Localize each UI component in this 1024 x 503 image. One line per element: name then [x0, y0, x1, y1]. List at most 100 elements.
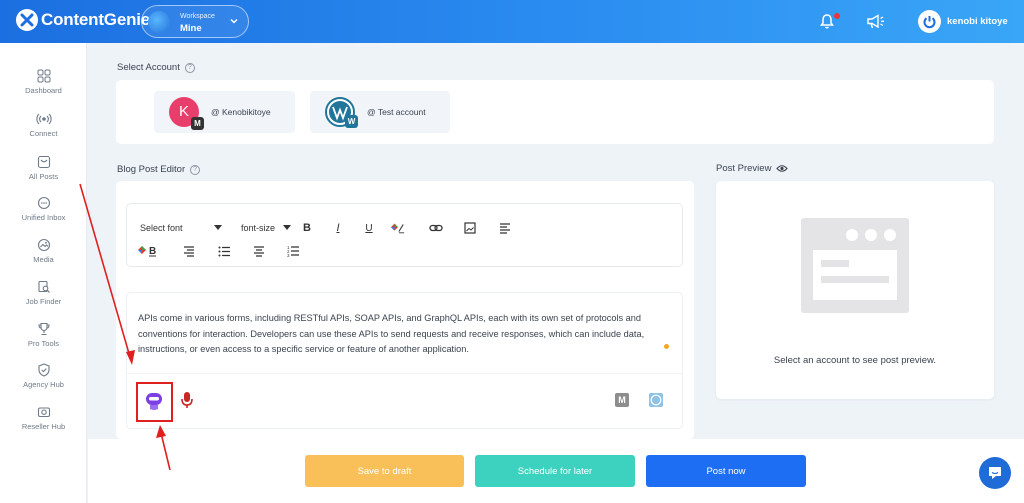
- underline-icon[interactable]: U: [362, 221, 376, 235]
- notification-badge: [834, 13, 840, 19]
- editor-footer: M: [126, 373, 683, 429]
- shield-check-icon: [37, 363, 50, 377]
- sidebar-item-label: All Posts: [28, 172, 59, 181]
- align-center-icon[interactable]: [252, 244, 266, 258]
- microphone-icon: [181, 392, 193, 408]
- align-right-icon[interactable]: [182, 244, 196, 258]
- caret-down-icon: [214, 225, 222, 230]
- numbered-list-icon[interactable]: 123: [286, 244, 300, 258]
- account-kenobikitoye[interactable]: K M @ Kenobikitoye: [154, 91, 295, 133]
- sidebar-item-pro-tools[interactable]: Pro Tools: [0, 322, 87, 348]
- font-select[interactable]: Select font: [140, 223, 222, 233]
- broadcast-icon: [35, 113, 52, 125]
- text-color-icon[interactable]: [391, 221, 405, 235]
- sidebar-item-job-finder[interactable]: Job Finder: [0, 280, 87, 306]
- search-doc-icon: [37, 280, 50, 293]
- blog-editor-title: Blog Post Editor ?: [117, 164, 201, 175]
- background-color-icon[interactable]: B: [137, 244, 159, 258]
- sidebar-item-connect[interactable]: Connect: [0, 112, 87, 138]
- post-now-button[interactable]: Post now: [646, 455, 806, 487]
- account-test-account[interactable]: W @ Test account: [310, 91, 450, 133]
- post-content-text: APIs come in various forms, including RE…: [138, 313, 645, 354]
- sidebar-item-dashboard[interactable]: Dashboard: [0, 69, 87, 95]
- blog-editor-label: Blog Post Editor: [117, 164, 186, 175]
- workspace-switcher[interactable]: Workspace Mine: [141, 5, 249, 38]
- inbox-icon: [37, 155, 50, 169]
- sidebar-item-label: Connect: [29, 129, 58, 138]
- bullet-list-icon[interactable]: [217, 244, 231, 258]
- support-chat-button[interactable]: [979, 457, 1011, 489]
- app-name: ContentGenie: [41, 10, 151, 29]
- post-preview-label: Post Preview: [716, 163, 772, 174]
- megaphone-icon[interactable]: [866, 13, 886, 30]
- workspace-avatar: [148, 11, 170, 33]
- font-size-select[interactable]: font-size: [241, 223, 291, 233]
- preview-empty-message: Select an account to see post preview.: [773, 355, 937, 366]
- status-dot: [664, 344, 669, 349]
- post-preview: Select an account to see post preview.: [716, 181, 994, 399]
- app-logo[interactable]: ContentGenie: [16, 9, 150, 31]
- camera-icon: [37, 407, 50, 418]
- highlight-annotation: [136, 382, 173, 422]
- logo-icon: [16, 9, 38, 31]
- user-menu[interactable]: kenobi kitoye: [918, 10, 1008, 33]
- media-icon: [37, 238, 50, 252]
- italic-icon[interactable]: I: [331, 221, 345, 235]
- chat-icon: [989, 467, 1001, 479]
- chat-bubble-icon: [37, 196, 50, 210]
- svg-text:B: B: [149, 246, 156, 257]
- align-left-icon[interactable]: [498, 221, 512, 235]
- image-icon[interactable]: [463, 221, 477, 235]
- wordpress-icon[interactable]: [649, 393, 663, 412]
- voice-input-button[interactable]: [180, 391, 194, 414]
- sidebar: Dashboard Connect All Posts Unified Inbo…: [0, 43, 87, 503]
- link-icon[interactable]: [429, 221, 443, 235]
- power-icon: [918, 10, 941, 33]
- wordpress-badge-icon: W: [345, 115, 358, 128]
- browser-placeholder-icon: [801, 218, 909, 313]
- select-account-title: Select Account ?: [117, 62, 195, 73]
- account-name: @ Kenobikitoye: [211, 107, 271, 117]
- sidebar-item-label: Job Finder: [25, 297, 62, 306]
- blog-editor: Select font font-size B I U B 1 2 3 APIs…: [116, 181, 694, 439]
- workspace-label: Workspace: [180, 13, 215, 20]
- medium-icon[interactable]: M: [615, 393, 629, 407]
- help-icon[interactable]: ?: [190, 164, 201, 175]
- user-name: kenobi kitoye: [947, 16, 1008, 27]
- post-preview-title: Post Preview: [716, 163, 789, 174]
- grid-icon: [37, 69, 50, 83]
- sidebar-item-media[interactable]: Media: [0, 238, 87, 264]
- sidebar-item-label: Agency Hub: [23, 380, 64, 389]
- sidebar-item-label: Dashboard: [25, 86, 62, 95]
- sidebar-item-label: Media: [33, 255, 54, 264]
- select-account-label: Select Account: [117, 62, 180, 73]
- bold-icon[interactable]: B: [300, 221, 314, 235]
- font-select-label: Select font: [140, 223, 183, 233]
- sidebar-item-label: Unified Inbox: [21, 213, 66, 222]
- top-bar: ContentGenie Workspace Mine kenobi kitoy…: [0, 0, 1024, 43]
- avatar: K M: [169, 97, 204, 130]
- chevron-down-icon: [230, 19, 238, 24]
- sidebar-item-label: Pro Tools: [27, 339, 60, 348]
- wordpress-icon: W: [325, 97, 358, 128]
- account-selector: K M @ Kenobikitoye W @ Test account: [116, 80, 994, 144]
- bell-icon[interactable]: [819, 13, 835, 30]
- formatting-toolbar: Select font font-size B I U B 1 2 3: [126, 203, 683, 267]
- sidebar-item-reseller-hub[interactable]: Reseller Hub: [0, 405, 87, 431]
- eye-icon[interactable]: [776, 164, 789, 173]
- account-name: @ Test account: [367, 107, 426, 117]
- font-size-label: font-size: [241, 223, 276, 233]
- save-draft-button[interactable]: Save to draft: [305, 455, 464, 487]
- sidebar-item-label: Reseller Hub: [21, 422, 66, 431]
- schedule-button[interactable]: Schedule for later: [475, 455, 635, 487]
- sidebar-item-unified-inbox[interactable]: Unified Inbox: [0, 196, 87, 222]
- workspace-value: Mine: [180, 23, 202, 34]
- sidebar-item-agency-hub[interactable]: Agency Hub: [0, 363, 87, 389]
- post-content-editor[interactable]: APIs come in various forms, including RE…: [126, 292, 683, 373]
- medium-icon: M: [191, 117, 204, 130]
- trophy-icon: [37, 322, 50, 336]
- svg-text:3: 3: [287, 253, 290, 257]
- sidebar-item-all-posts[interactable]: All Posts: [0, 155, 87, 181]
- help-icon[interactable]: ?: [184, 62, 195, 73]
- caret-down-icon: [283, 225, 291, 230]
